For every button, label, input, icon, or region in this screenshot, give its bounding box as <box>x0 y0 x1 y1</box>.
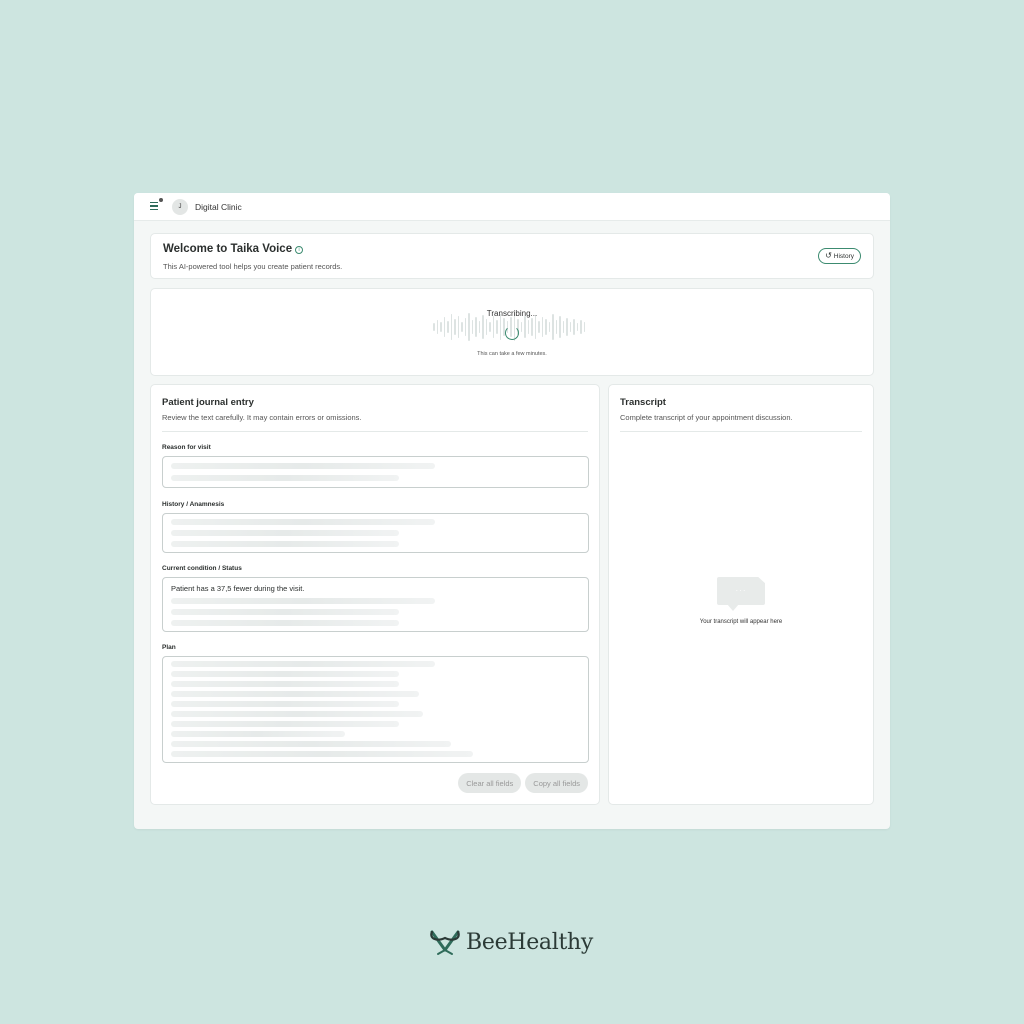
brand-name: BeeHealthy <box>466 929 594 955</box>
waveform-bar <box>485 319 487 335</box>
top-bar: J Digital Clinic <box>134 193 890 221</box>
skeleton-line <box>171 681 399 687</box>
skeleton-line <box>171 661 435 667</box>
transcript-subtitle: Complete transcript of your appointment … <box>620 413 793 422</box>
waveform-bar <box>527 320 529 334</box>
skeleton-line <box>171 731 345 737</box>
waveform-bar <box>548 322 550 332</box>
waveform-bar <box>461 322 463 332</box>
waveform-bar <box>457 316 459 338</box>
waveform-bar <box>559 316 561 338</box>
skeleton-line <box>171 620 399 626</box>
waveform-bar <box>534 315 536 339</box>
journal-panel: Patient journal entry Review the text ca… <box>150 384 600 805</box>
waveform-bar <box>576 323 578 331</box>
skeleton-line <box>171 598 435 604</box>
page-subtitle: This AI-powered tool helps you create pa… <box>163 262 343 271</box>
waveform-bar <box>489 322 491 332</box>
skeleton-line <box>171 541 399 547</box>
waveform-bar <box>464 318 466 336</box>
clinic-name: Digital Clinic <box>195 201 242 212</box>
transcribing-panel: Transcribing... This can take a few minu… <box>150 288 874 376</box>
history-anamnesis-label: History / Anamnesis <box>162 501 225 508</box>
skeleton-line <box>171 751 473 757</box>
waveform-bar <box>545 319 547 335</box>
skeleton-line <box>171 609 399 615</box>
action-buttons: Clear all fields Copy all fields <box>458 773 588 793</box>
journal-title: Patient journal entry <box>162 397 254 408</box>
skeleton-line <box>171 519 435 525</box>
transcript-title: Transcript <box>620 397 666 408</box>
journal-subtitle: Review the text carefully. It may contai… <box>162 413 362 422</box>
waveform-bar <box>573 319 575 335</box>
waveform-bar <box>482 315 484 339</box>
skeleton-line <box>171 691 419 697</box>
menu-icon[interactable] <box>150 197 163 212</box>
waveform-bar <box>538 321 540 333</box>
waveform-bar <box>478 321 480 333</box>
skeleton-line <box>171 741 451 747</box>
waveform-bar <box>492 316 494 338</box>
divider <box>162 431 588 432</box>
plan-label: Plan <box>162 644 176 651</box>
waveform-bar <box>436 320 438 334</box>
skeleton-line <box>171 463 435 469</box>
app-window: J Digital Clinic Welcome to Taika Voice i… <box>134 193 890 829</box>
waveform-bar <box>562 321 564 333</box>
clear-all-button[interactable]: Clear all fields <box>458 773 522 793</box>
transcribing-note: This can take a few minutes. <box>477 351 547 357</box>
history-button[interactable]: ↺ History <box>818 248 861 264</box>
transcribing-label: Transcribing... <box>486 309 538 318</box>
skeleton-line <box>171 721 399 727</box>
waveform-bar <box>520 322 522 332</box>
waveform-bar <box>433 323 435 331</box>
history-anamnesis-field[interactable] <box>162 513 589 553</box>
history-icon: ↺ <box>825 251 832 260</box>
plan-field[interactable] <box>162 656 589 763</box>
brand: BeeHealthy <box>428 928 593 956</box>
skeleton-line <box>171 671 399 677</box>
avatar[interactable]: J <box>172 198 188 215</box>
waveform-bar <box>583 322 585 332</box>
waveform-bar <box>569 322 571 332</box>
waveform-bar <box>541 317 543 337</box>
waveform-bar <box>524 316 526 338</box>
waveform-bar <box>440 322 442 332</box>
waveform-bar <box>447 321 449 333</box>
skeleton-line <box>171 701 399 707</box>
skeleton-line <box>171 711 423 717</box>
welcome-card: Welcome to Taika Voice i This AI-powered … <box>150 233 874 279</box>
waveform-bar <box>555 320 557 334</box>
notification-dot <box>159 197 163 202</box>
page-title-text: Welcome to Taika Voice <box>163 243 293 255</box>
transcript-panel: Transcript Complete transcript of your a… <box>608 384 874 805</box>
brand-logo-icon <box>430 930 460 955</box>
waveform-bar <box>496 320 498 334</box>
transcript-empty-text: Your transcript will appear here <box>699 619 783 625</box>
waveform-bar <box>443 317 445 337</box>
waveform-bar <box>566 318 568 336</box>
skeleton-line <box>171 475 399 481</box>
copy-all-button[interactable]: Copy all fields <box>525 773 588 793</box>
skeleton-line <box>171 530 399 536</box>
current-condition-field[interactable]: Patient has a 37,5 fewer during the visi… <box>162 577 589 632</box>
waveform-bar <box>471 320 473 334</box>
info-icon[interactable]: i <box>295 246 304 254</box>
current-condition-label: Current condition / Status <box>162 565 242 572</box>
page-title: Welcome to Taika Voice i <box>163 243 304 255</box>
transcript-empty-state: ··· Your transcript will appear here <box>609 577 873 625</box>
divider <box>620 431 862 432</box>
waveform-bar <box>531 318 533 336</box>
waveform-bar <box>475 317 477 337</box>
waveform-bar <box>454 319 456 335</box>
reason-field[interactable] <box>162 456 589 488</box>
reason-label: Reason for visit <box>162 444 211 451</box>
chat-bubble-icon: ··· <box>717 577 765 611</box>
history-label: History <box>833 252 854 260</box>
current-condition-text: Patient has a 37,5 fewer during the visi… <box>171 584 305 593</box>
waveform-bar <box>580 320 582 334</box>
spinner-icon <box>505 326 519 340</box>
